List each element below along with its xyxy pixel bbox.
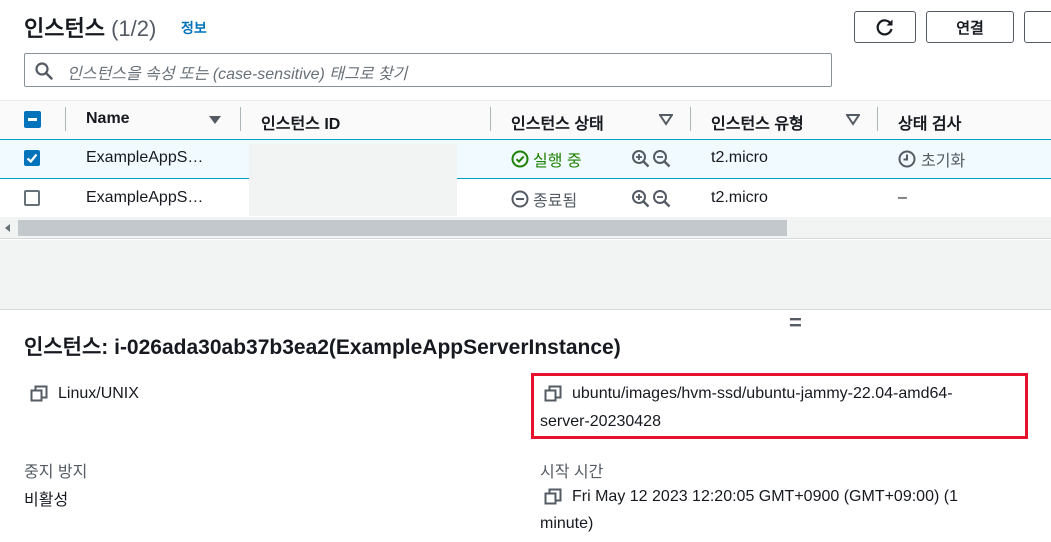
check-icon [26, 153, 38, 164]
instance-state-terminated: 종료됨 [511, 187, 577, 211]
instance-name[interactable]: ExampleAppS… [86, 149, 203, 167]
row-checkbox[interactable] [24, 190, 40, 206]
status-check-value: – [898, 189, 907, 206]
page-title: 인스턴스 (1/2) [24, 11, 156, 43]
empty-table-area [0, 240, 1051, 310]
split-panel-resize-handle[interactable]: = [789, 310, 802, 336]
instance-type: t2.micro [711, 149, 768, 166]
column-header-status-check[interactable]: 상태 검사 [898, 110, 961, 134]
instance-type: t2.micro [711, 189, 768, 206]
selection-count: (1/2) [111, 16, 157, 41]
platform-value: Linux/UNIX [58, 385, 139, 402]
column-separator [65, 107, 66, 131]
zoom-in-icon[interactable] [631, 189, 650, 208]
column-header-instance-state[interactable]: 인스턴스 상태 [511, 110, 604, 134]
indeterminate-icon [28, 118, 37, 121]
column-header-instance-id[interactable]: 인스턴스 ID [261, 110, 340, 134]
launch-time-line1: Fri May 12 2023 12:20:05 GMT+0900 (GMT+0… [572, 488, 958, 505]
launch-time-line2: minute) [540, 515, 594, 532]
refresh-icon [876, 19, 893, 36]
stop-protection-value: 비활성 [24, 492, 69, 509]
connect-button[interactable]: 연결 [926, 11, 1014, 43]
refresh-button[interactable] [854, 11, 916, 43]
zoom-controls [631, 149, 671, 168]
copy-icon[interactable] [30, 385, 48, 403]
platform-field: Linux/UNIX [30, 385, 139, 403]
column-separator[interactable] [877, 107, 878, 131]
sort-icon[interactable] [659, 114, 673, 126]
column-separator[interactable] [690, 107, 691, 131]
highlight-box [531, 373, 1028, 439]
launch-time-field: Fri May 12 2023 12:20:05 GMT+0900 (GMT+0… [544, 488, 958, 506]
sort-icon[interactable] [846, 114, 860, 126]
status-check-label: 초기화 [921, 153, 966, 170]
stop-protection-label: 중지 방지 [24, 464, 88, 481]
zoom-in-icon[interactable] [631, 149, 650, 168]
instance-details-title: 인스턴스: i-026ada30ab37b3ea2(ExampleAppServ… [24, 336, 621, 359]
launch-time-label: 시작 시간 [540, 464, 604, 481]
search-input[interactable]: 인스턴스을 속성 또는 (case-sensitive) 태그로 찾기 [24, 53, 832, 87]
column-separator[interactable] [490, 107, 491, 131]
info-link[interactable]: 정보 [181, 18, 207, 38]
success-icon [511, 150, 529, 168]
row-checkbox[interactable] [24, 150, 40, 166]
scrollbar-thumb[interactable] [18, 220, 787, 236]
zoom-controls [631, 189, 671, 208]
zoom-out-icon[interactable] [652, 189, 671, 208]
actions-button[interactable] [1024, 11, 1051, 43]
select-all-checkbox[interactable] [24, 111, 41, 128]
sort-desc-icon[interactable] [209, 116, 221, 124]
status-check-initializing: 초기화 [898, 147, 965, 171]
instance-state-label: 실행 중 [533, 153, 582, 170]
search-icon [35, 62, 53, 80]
copy-icon[interactable] [544, 488, 562, 506]
column-header-name[interactable]: Name [86, 110, 130, 128]
zoom-out-icon[interactable] [652, 149, 671, 168]
page-title-text: 인스턴스 [24, 16, 105, 41]
column-header-instance-type[interactable]: 인스턴스 유형 [711, 110, 804, 134]
instance-state-label: 종료됨 [533, 193, 578, 210]
instance-id-redacted [249, 144, 457, 216]
stopped-icon [511, 190, 529, 208]
column-separator[interactable] [240, 107, 241, 131]
search-placeholder: 인스턴스을 속성 또는 (case-sensitive) 태그로 찾기 [67, 66, 408, 83]
instance-name[interactable]: ExampleAppS… [86, 189, 203, 207]
instance-state-running: 실행 중 [511, 147, 582, 171]
clock-icon [898, 150, 916, 168]
scroll-left-icon[interactable] [5, 224, 10, 232]
